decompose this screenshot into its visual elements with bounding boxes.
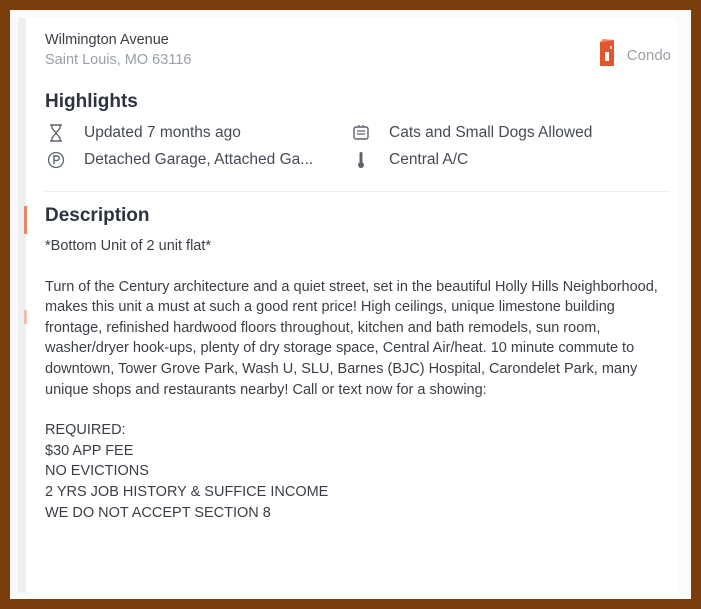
highlight-label: Detached Garage, Attached Ga...	[84, 151, 314, 168]
description-body: Turn of the Century architecture and a q…	[45, 278, 658, 398]
highlight-label: Updated 7 months ago	[84, 124, 241, 141]
requirement-line: NO EVICTIONS	[45, 463, 149, 480]
highlight-label: Cats and Small Dogs Allowed	[389, 124, 593, 141]
property-type-label: Condo	[626, 47, 671, 64]
pet-icon	[350, 124, 372, 142]
highlight-item: Central A/C	[350, 151, 650, 169]
city-state-zip: Saint Louis, MO 63116	[45, 52, 192, 68]
address-block: Wilmington Avenue Saint Louis, MO 63116 …	[45, 31, 675, 71]
highlight-item: Cats and Small Dogs Allowed	[350, 124, 650, 142]
accent-mark	[24, 206, 27, 234]
highlights-heading: Highlights	[45, 91, 138, 112]
property-type-badge: Condo	[597, 38, 671, 73]
requirement-line: REQUIRED:	[45, 422, 126, 439]
thermometer-icon	[350, 151, 372, 169]
description-heading: Description	[45, 205, 150, 226]
section-divider	[45, 191, 669, 192]
parking-icon	[45, 151, 67, 169]
listing-panel: Wilmington Avenue Saint Louis, MO 63116 …	[18, 18, 677, 593]
requirement-line: 2 YRS JOB HISTORY & SUFFICE INCOME	[45, 483, 329, 500]
highlight-item: Detached Garage, Attached Ga...	[45, 151, 350, 169]
requirement-line: $30 APP FEE	[45, 442, 134, 459]
condo-building-icon	[597, 38, 617, 73]
requirement-line: WE DO NOT ACCEPT SECTION 8	[45, 504, 271, 521]
street-address: Wilmington Avenue	[45, 32, 169, 48]
hourglass-icon	[45, 124, 67, 142]
accent-mark	[24, 310, 27, 324]
highlight-item: Updated 7 months ago	[45, 124, 350, 142]
highlights-section: Highlights Updated 7 months ago Cats and…	[45, 91, 675, 192]
description-section: Description *Bottom Unit of 2 unit flat*…	[45, 205, 675, 523]
requirements-list: REQUIRED: $30 APP FEE NO EVICTIONS 2 YRS…	[45, 420, 675, 523]
listing-content: Wilmington Avenue Saint Louis, MO 63116 …	[45, 31, 675, 523]
description-subtitle: *Bottom Unit of 2 unit flat*	[45, 238, 212, 254]
highlight-label: Central A/C	[389, 151, 469, 168]
screenshot-frame: Wilmington Avenue Saint Louis, MO 63116 …	[0, 0, 701, 609]
left-scroll-strip	[18, 18, 26, 593]
highlights-grid: Updated 7 months ago Cats and Small Dogs…	[45, 124, 675, 169]
